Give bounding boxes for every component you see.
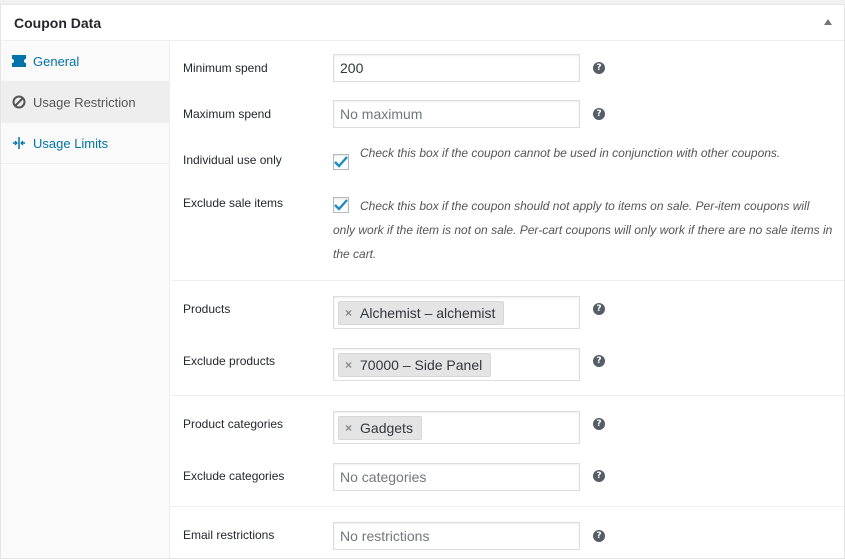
product-token-label: Alchemist – alchemist <box>360 304 496 321</box>
products-label: Products <box>183 302 231 316</box>
email-restrictions-placeholder: No restrictions <box>340 528 430 544</box>
panel-title: Coupon Data <box>14 15 102 31</box>
individual-use-description: Check this box if the coupon cannot be u… <box>360 146 781 160</box>
exclude-products-label: Exclude products <box>183 354 276 368</box>
minimum-spend-input[interactable]: 200 <box>333 54 580 82</box>
coupon-data-panel: Coupon Data General Usage Restriction Us… <box>0 4 845 559</box>
help-icon[interactable]: ? <box>593 530 605 542</box>
remove-token-icon[interactable]: × <box>345 421 352 435</box>
email-restrictions-input[interactable]: No restrictions <box>333 522 580 550</box>
remove-token-icon[interactable]: × <box>345 358 352 372</box>
help-icon[interactable]: ? <box>593 108 605 120</box>
tab-usage-limits[interactable]: Usage Limits <box>1 123 169 164</box>
minimum-spend-value: 200 <box>340 60 364 76</box>
panel-header: Coupon Data <box>1 5 844 41</box>
help-icon[interactable]: ? <box>593 470 605 482</box>
help-icon[interactable]: ? <box>593 418 605 430</box>
category-token[interactable]: × Gadgets <box>338 415 422 440</box>
exclude-categories-select[interactable]: No categories <box>333 463 580 491</box>
exclude-categories-label: Exclude categories <box>183 469 285 483</box>
tab-usage-restriction[interactable]: Usage Restriction <box>1 82 169 123</box>
coupon-tabs: General Usage Restriction Usage Limits <box>1 41 170 558</box>
products-group: Products × Alchemist – alchemist ? Exclud… <box>171 281 844 396</box>
product-categories-label: Product categories <box>183 417 284 431</box>
categories-group: Product categories × Gadgets ? Exclude ca… <box>171 396 844 507</box>
exclude-products-select[interactable]: × 70000 – Side Panel <box>333 348 580 381</box>
email-group: Email restrictions No restrictions ? <box>171 507 844 559</box>
tab-general-label: General <box>33 53 80 69</box>
maximum-spend-input[interactable]: No maximum <box>333 100 580 128</box>
exclude-product-token[interactable]: × 70000 – Side Panel <box>338 352 492 377</box>
maximum-spend-placeholder: No maximum <box>340 106 423 122</box>
ticket-icon <box>11 53 27 69</box>
tab-usage-limits-label: Usage Limits <box>33 135 109 151</box>
product-token[interactable]: × Alchemist – alchemist <box>338 300 505 325</box>
email-restrictions-label: Email restrictions <box>183 528 275 542</box>
exclude-sale-description: Check this box if the coupon should not … <box>333 199 833 261</box>
ban-icon <box>11 94 27 110</box>
exclude-sale-label: Exclude sale items <box>183 196 284 210</box>
checkmark-icon <box>334 156 348 168</box>
limits-icon <box>11 135 27 151</box>
help-icon[interactable]: ? <box>593 303 605 315</box>
product-categories-select[interactable]: × Gadgets <box>333 411 580 444</box>
remove-token-icon[interactable]: × <box>345 306 352 320</box>
help-icon[interactable]: ? <box>593 62 605 74</box>
tab-usage-restriction-label: Usage Restriction <box>33 94 136 110</box>
help-icon[interactable]: ? <box>593 355 605 367</box>
exclude-categories-placeholder: No categories <box>340 469 427 485</box>
minimum-spend-label: Minimum spend <box>183 61 268 75</box>
exclude-product-token-label: 70000 – Side Panel <box>360 356 483 373</box>
collapse-toggle-icon[interactable] <box>824 19 832 25</box>
individual-use-checkbox[interactable] <box>333 154 349 170</box>
individual-use-label: Individual use only <box>183 153 282 167</box>
spend-group: Minimum spend 200 ? Maximum spend No max… <box>171 41 844 281</box>
usage-restriction-panel: Minimum spend 200 ? Maximum spend No max… <box>171 41 844 558</box>
tab-general[interactable]: General <box>1 41 169 82</box>
maximum-spend-label: Maximum spend <box>183 107 272 121</box>
products-select[interactable]: × Alchemist – alchemist <box>333 296 580 329</box>
category-token-label: Gadgets <box>360 419 413 436</box>
